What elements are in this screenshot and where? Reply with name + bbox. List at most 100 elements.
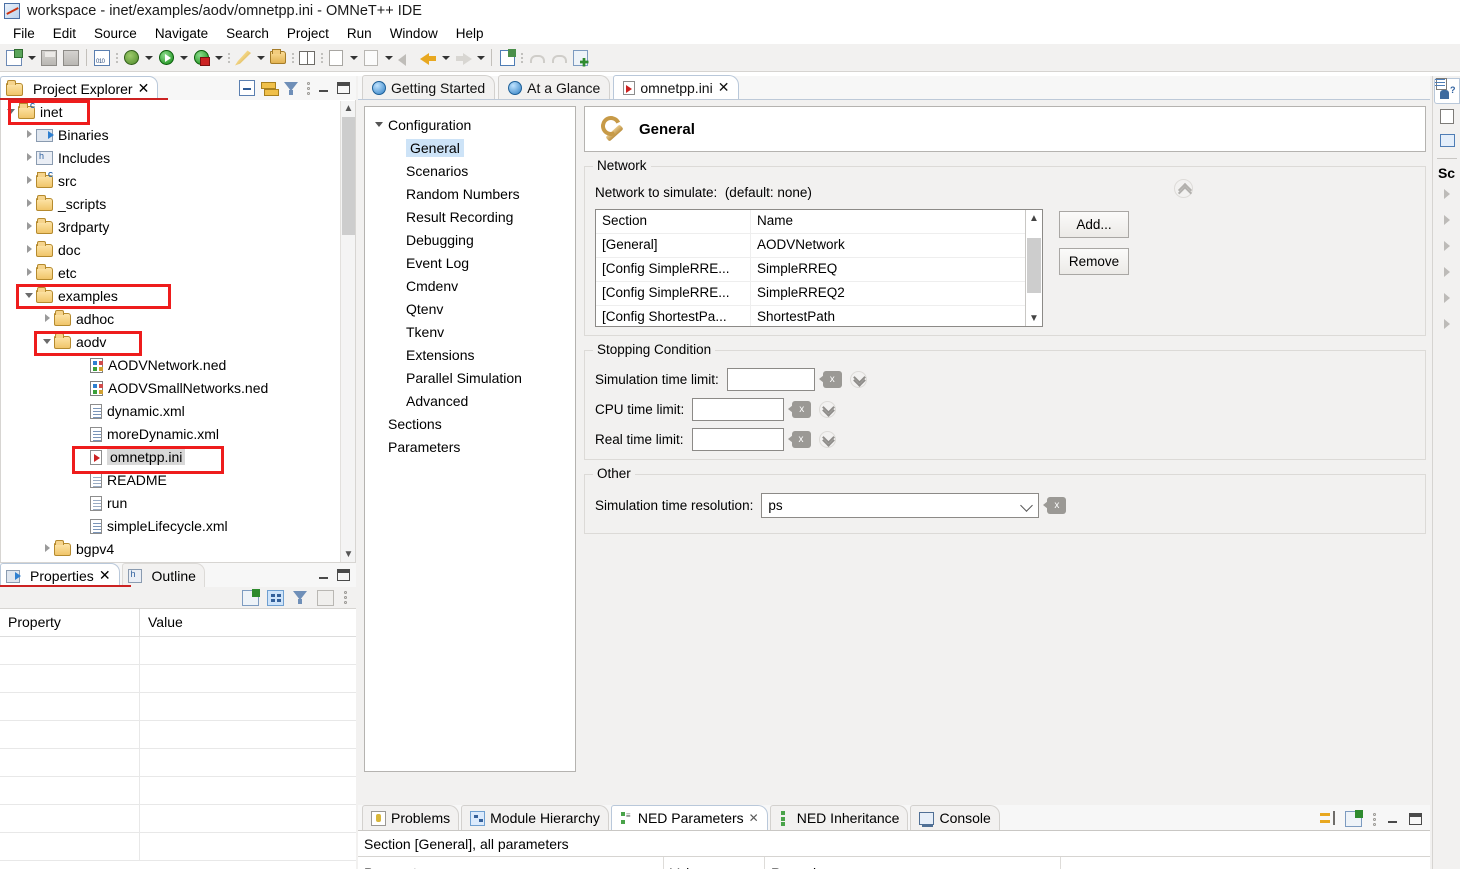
maximize-icon[interactable]	[337, 569, 350, 581]
table-row[interactable]: [Config SimpleRRE... SimpleRREQ2	[596, 282, 1042, 306]
undo-icon[interactable]	[525, 47, 547, 69]
tree-item[interactable]: _scripts	[1, 192, 355, 215]
show-categories-icon[interactable]	[267, 589, 284, 606]
close-icon[interactable]: ✕	[749, 811, 759, 825]
tree-item[interactable]: doc	[1, 238, 355, 261]
run-icon[interactable]	[155, 47, 177, 69]
simulation-time-resolution-select[interactable]: ps	[761, 493, 1040, 518]
profile-icon[interactable]	[190, 47, 212, 69]
config-tree-item[interactable]: Configuration	[365, 113, 575, 136]
reset-value-icon[interactable]: x	[1043, 497, 1067, 514]
profile-dropdown-icon[interactable]	[212, 47, 225, 69]
link-with-editor-icon[interactable]	[261, 81, 279, 96]
properties-table-body[interactable]	[0, 637, 356, 861]
chevron-right-icon[interactable]	[23, 146, 36, 169]
network-table[interactable]: Section Name [General] AODVNetwork [Conf…	[595, 209, 1043, 327]
new-view-icon[interactable]	[1345, 810, 1363, 827]
column-header-remark[interactable]: Remark	[765, 865, 1060, 869]
chevron-right-icon[interactable]	[1433, 311, 1460, 337]
copy-view-button[interactable]	[1434, 104, 1460, 128]
config-tree-item[interactable]: Event Log	[365, 251, 575, 274]
config-tree-item[interactable]: Extensions	[365, 343, 575, 366]
column-header-value[interactable]: Value	[664, 865, 764, 869]
minimize-icon[interactable]	[317, 568, 331, 582]
toolbar-grip[interactable]	[289, 47, 296, 69]
tab-problems[interactable]: Problems	[362, 805, 460, 830]
view-menu-icon[interactable]	[305, 80, 311, 96]
tab-console[interactable]: Console	[910, 805, 1000, 830]
simulation-time-limit-input[interactable]	[726, 368, 815, 391]
pin-icon[interactable]	[1319, 811, 1336, 827]
tree-item[interactable]: run	[1, 491, 355, 514]
table-row[interactable]	[0, 777, 356, 805]
table-row[interactable]	[0, 665, 356, 693]
new-wizard-icon[interactable]	[3, 47, 25, 69]
chevron-right-icon[interactable]	[1433, 285, 1460, 311]
config-tree-item[interactable]: Parallel Simulation	[365, 366, 575, 389]
scroll-up-icon[interactable]: ▲	[341, 101, 356, 116]
back-history-icon[interactable]	[395, 47, 417, 69]
config-tree-item[interactable]: Scenarios	[365, 159, 575, 182]
menu-run[interactable]: Run	[338, 24, 381, 43]
tree-item[interactable]: Includes	[1, 146, 355, 169]
close-icon[interactable]: ✕	[138, 80, 150, 97]
config-tree-item[interactable]: Cmdenv	[365, 274, 575, 297]
menu-help[interactable]: Help	[447, 24, 493, 43]
reset-value-icon[interactable]: x	[818, 371, 842, 388]
real-time-limit-input[interactable]	[691, 428, 784, 451]
add-button[interactable]: Add...	[1059, 211, 1129, 238]
save-all-icon[interactable]	[60, 47, 82, 69]
config-tree-item[interactable]: Debugging	[365, 228, 575, 251]
toolbar-grip[interactable]	[518, 47, 525, 69]
chevron-right-icon[interactable]	[23, 169, 36, 192]
restore-defaults-icon[interactable]	[317, 589, 334, 606]
run-dropdown-icon[interactable]	[177, 47, 190, 69]
scroll-up-icon[interactable]: ▲	[1026, 210, 1042, 226]
tree-item[interactable]: Binaries	[1, 123, 355, 146]
tab-outline[interactable]: Outline	[121, 563, 205, 587]
menu-file[interactable]: File	[4, 24, 44, 43]
tree-item[interactable]: AODVNetwork.ned	[1, 353, 355, 376]
chevron-double-up-icon[interactable]	[1174, 179, 1193, 198]
debug-dropdown-icon[interactable]	[142, 47, 155, 69]
config-tree-item[interactable]: Qtenv	[365, 297, 575, 320]
debug-icon[interactable]	[120, 47, 142, 69]
config-tree-item[interactable]: Random Numbers	[365, 182, 575, 205]
forward-icon[interactable]	[452, 47, 474, 69]
column-header-value[interactable]: Value	[140, 609, 191, 636]
reset-value-icon[interactable]: x	[787, 431, 811, 448]
tree-item[interactable]: inet	[1, 100, 355, 123]
maximize-icon[interactable]	[337, 82, 350, 94]
tree-item[interactable]: omnetpp.ini	[1, 445, 355, 468]
tree-item[interactable]: aodv	[1, 330, 355, 353]
chevron-right-icon[interactable]	[23, 261, 36, 284]
view-menu-icon[interactable]	[342, 590, 348, 606]
config-tree-item[interactable]: Tkenv	[365, 320, 575, 343]
tree-item[interactable]: moreDynamic.xml	[1, 422, 355, 445]
config-tree-item[interactable]: Parameters	[365, 435, 575, 458]
table-row[interactable]: [Config ShortestPa... ShortestPath	[596, 306, 1042, 326]
column-header-name[interactable]: Name	[751, 210, 1042, 233]
build-binary-icon[interactable]	[91, 47, 113, 69]
maximize-icon[interactable]	[1409, 813, 1422, 825]
tree-item[interactable]: adhoc	[1, 307, 355, 330]
scroll-down-icon[interactable]: ▼	[341, 547, 356, 562]
scrollbar-thumb[interactable]	[1027, 238, 1041, 293]
chevron-right-icon[interactable]	[23, 192, 36, 215]
open-folder-icon[interactable]	[267, 47, 289, 69]
scroll-down-icon[interactable]: ▼	[1026, 310, 1042, 326]
menu-edit[interactable]: Edit	[44, 24, 85, 43]
scrollbar-thumb[interactable]	[342, 117, 355, 235]
column-header-section[interactable]: Section	[596, 210, 751, 233]
save-icon[interactable]	[38, 47, 60, 69]
tab-project-explorer[interactable]: Project Explorer ✕	[0, 76, 168, 100]
config-tree-item[interactable]: Result Recording	[365, 205, 575, 228]
table-row[interactable]	[0, 721, 356, 749]
sheet-view-button[interactable]	[1434, 128, 1460, 152]
chevron-right-icon[interactable]	[23, 215, 36, 238]
minimize-icon[interactable]	[1386, 812, 1400, 826]
config-tree-item[interactable]: Advanced	[365, 389, 575, 412]
table-row[interactable]	[0, 833, 356, 861]
chevron-down-icon[interactable]	[23, 284, 36, 307]
close-icon[interactable]: ✕	[99, 567, 111, 584]
